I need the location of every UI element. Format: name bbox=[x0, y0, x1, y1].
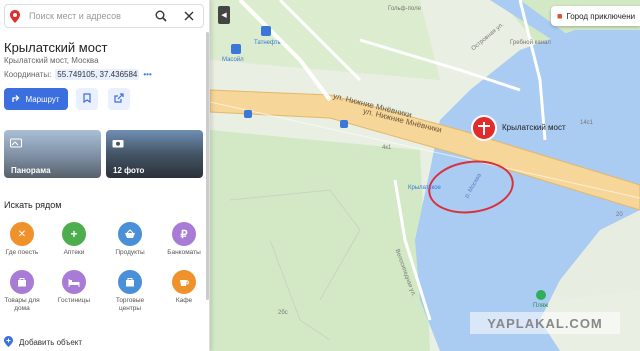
camera-icon bbox=[112, 135, 124, 153]
close-icon[interactable] bbox=[175, 4, 203, 28]
photos-count-label: 12 фото bbox=[113, 166, 145, 175]
basket-icon bbox=[118, 222, 142, 246]
route-button[interactable]: Маршрут bbox=[4, 88, 68, 110]
gift-icon: ■ bbox=[557, 11, 563, 21]
add-object-label: Добавить объект bbox=[19, 338, 83, 347]
fork-knife-icon: ✕ bbox=[10, 222, 34, 246]
fuel-poi-icon[interactable] bbox=[261, 26, 271, 36]
category-label: Продукты bbox=[115, 249, 145, 256]
poi-label: Масойл bbox=[222, 57, 244, 63]
category-cafe[interactable]: Кафе bbox=[160, 270, 208, 305]
map-pin-icon bbox=[5, 9, 25, 23]
category-label: Аптеки bbox=[63, 249, 85, 256]
panorama-icon bbox=[10, 135, 22, 153]
bookmark-button[interactable] bbox=[76, 88, 98, 110]
category-label: Торговые центры bbox=[115, 297, 145, 312]
category-label: Кафе bbox=[175, 297, 193, 304]
add-location-icon bbox=[4, 336, 13, 349]
route-button-label: Маршрут bbox=[25, 94, 60, 104]
shopping-bag-icon bbox=[10, 270, 34, 294]
category-label: Банкоматы bbox=[167, 249, 201, 256]
category-food[interactable]: ✕ Где поесть bbox=[0, 222, 46, 257]
house-number: 14с1 bbox=[580, 120, 594, 126]
marker-label[interactable]: Крылатский мост bbox=[502, 123, 566, 132]
coordinates-label: Координаты: bbox=[4, 70, 52, 79]
place-address: Крылатский мост, Москва bbox=[4, 56, 99, 65]
poi-label: Крылатское bbox=[408, 185, 441, 191]
beach-poi-icon[interactable] bbox=[536, 290, 546, 300]
coordinates-row: Координаты: 55.749105, 37.436584 ••• bbox=[4, 69, 152, 80]
share-icon bbox=[114, 90, 124, 108]
category-hotels[interactable]: Гостиницы bbox=[50, 270, 98, 305]
share-button[interactable] bbox=[108, 88, 130, 110]
place-panel: Поиск мест и адресов Крылатский мост Кры… bbox=[0, 0, 210, 351]
nearby-heading: Искать рядом bbox=[4, 200, 62, 210]
category-groceries[interactable]: Продукты bbox=[106, 222, 154, 257]
ruble-icon: ₽ bbox=[172, 222, 196, 246]
route-icon bbox=[12, 94, 21, 105]
category-label: Товары для дома bbox=[4, 297, 40, 312]
search-bar[interactable]: Поиск мест и адресов bbox=[4, 4, 204, 28]
bed-icon bbox=[62, 270, 86, 294]
category-label: Гостиницы bbox=[57, 297, 91, 304]
watermark: YAPLAKAL.COM bbox=[470, 312, 620, 334]
park-area bbox=[210, 130, 430, 351]
panorama-thumbnail[interactable]: Панорама bbox=[4, 130, 101, 178]
more-icon[interactable]: ••• bbox=[143, 70, 151, 79]
collapse-panel-button[interactable]: ◀ bbox=[218, 6, 230, 24]
coffee-cup-icon bbox=[172, 270, 196, 294]
category-pharmacy[interactable]: + Аптеки bbox=[50, 222, 98, 257]
panel-scrollbar[interactable] bbox=[206, 32, 209, 300]
fuel-poi-icon[interactable] bbox=[231, 44, 241, 54]
house-number: 4к1 bbox=[382, 145, 392, 151]
city-adventure-button[interactable]: ■ Город приключени bbox=[551, 6, 640, 26]
coordinates-value[interactable]: 55.749105, 37.436584 bbox=[55, 69, 140, 80]
panorama-label: Панорама bbox=[11, 166, 51, 175]
category-label: Где поесть bbox=[5, 249, 39, 256]
add-object-link[interactable]: Добавить объект bbox=[4, 336, 82, 349]
house-number: 20 bbox=[616, 212, 623, 218]
place-marker-icon[interactable] bbox=[471, 115, 497, 141]
house-number: 2бс bbox=[278, 310, 288, 316]
bookmark-icon bbox=[83, 90, 91, 108]
place-title: Крылатский мост bbox=[4, 40, 108, 55]
bus-stop-icon[interactable] bbox=[244, 110, 252, 118]
search-input[interactable]: Поиск мест и адресов bbox=[25, 11, 147, 21]
category-home-goods[interactable]: Товары для дома bbox=[0, 270, 46, 313]
category-malls[interactable]: Торговые центры bbox=[106, 270, 154, 313]
poi-label: Гольф-поле bbox=[388, 6, 421, 12]
search-icon[interactable] bbox=[147, 4, 175, 28]
poi-label: Пляж bbox=[533, 303, 549, 309]
city-button-label: Город приключени bbox=[566, 11, 636, 21]
poi-label: Гребной канал bbox=[510, 40, 551, 46]
bus-stop-icon[interactable] bbox=[340, 120, 348, 128]
photos-thumbnail[interactable]: 12 фото bbox=[106, 130, 203, 178]
pharmacy-cross-icon: + bbox=[62, 222, 86, 246]
poi-label: Татнефть bbox=[254, 40, 281, 46]
category-atm[interactable]: ₽ Банкоматы bbox=[160, 222, 208, 257]
shopping-bag-icon bbox=[118, 270, 142, 294]
